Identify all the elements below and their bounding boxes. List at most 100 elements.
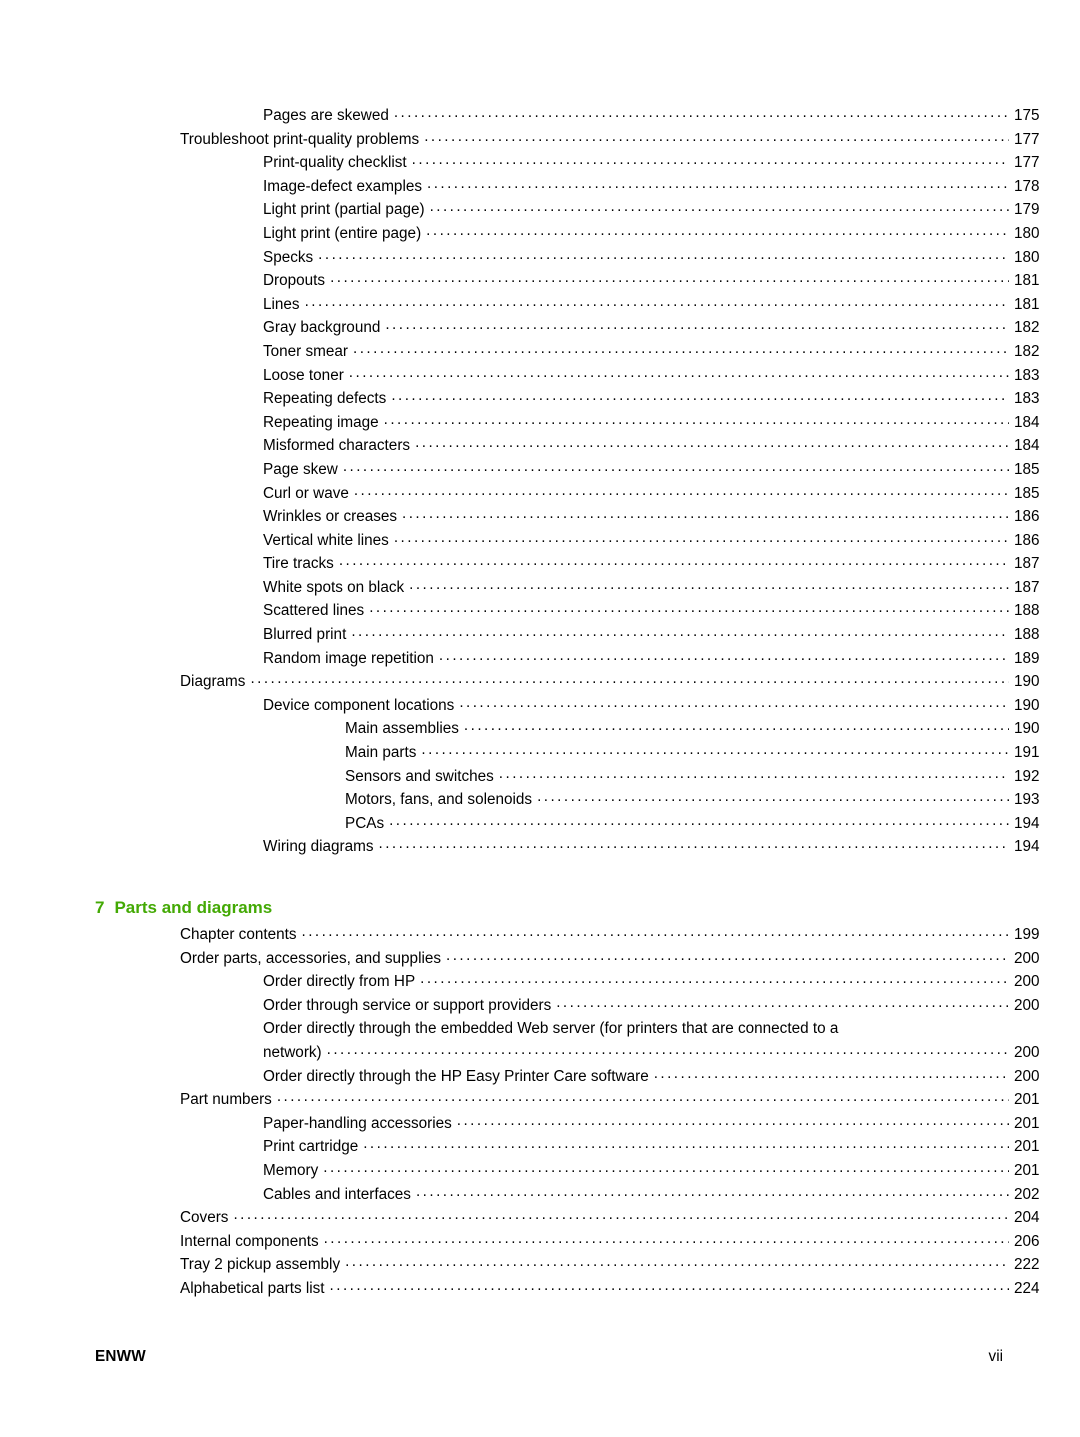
- toc-entry-title: Scattered lines: [263, 602, 365, 620]
- toc-entry[interactable]: Order parts, accessories, and supplies 20…: [0, 947, 1080, 971]
- toc-entry-title: Order parts, accessories, and supplies: [180, 949, 442, 967]
- toc-entry[interactable]: Alphabetical parts list 224: [0, 1277, 1080, 1301]
- toc-entry[interactable]: Image-defect examples 178: [0, 175, 1080, 199]
- toc-entry[interactable]: Troubleshoot print-quality problems 177: [0, 128, 1080, 152]
- chapter-number: 7: [95, 898, 105, 917]
- toc-list-chapter7: Chapter contents 199 Order parts, accessor…: [0, 923, 1080, 1301]
- toc-entry[interactable]: Paper-handling accessories 201: [0, 1112, 1080, 1136]
- toc-leader-dots: [389, 813, 1009, 828]
- toc-leader-dots: [420, 971, 1009, 986]
- toc-entry-title: Misformed characters: [263, 437, 411, 455]
- toc-entry[interactable]: Specks 180: [0, 246, 1080, 270]
- toc-entry[interactable]: Internal components 206: [0, 1230, 1080, 1254]
- toc-entry[interactable]: Blurred print 188: [0, 623, 1080, 647]
- toc-leader-dots: [324, 1231, 1009, 1246]
- page-footer: ENWW vii: [95, 1348, 1003, 1366]
- toc-entry-title: network): [263, 1043, 322, 1061]
- chapter-title: Parts and diagrams: [114, 898, 273, 917]
- toc-leader-dots: [402, 506, 1009, 521]
- toc-entry[interactable]: Order directly through the embedded Web …: [0, 1017, 1080, 1041]
- toc-entry[interactable]: Motors, fans, and solenoids 193: [0, 788, 1080, 812]
- toc-entry[interactable]: Wrinkles or creases 186: [0, 505, 1080, 529]
- toc-entry[interactable]: PCAs 194: [0, 812, 1080, 836]
- toc-entry[interactable]: Misformed characters 184: [0, 434, 1080, 458]
- toc-entry-title: Dropouts: [263, 272, 326, 290]
- toc-entry[interactable]: Loose toner 183: [0, 364, 1080, 388]
- toc-entry[interactable]: Part numbers 201: [0, 1088, 1080, 1112]
- toc-entry-title: Tray 2 pickup assembly: [180, 1256, 341, 1274]
- toc-entry[interactable]: White spots on black 187: [0, 576, 1080, 600]
- toc-entry[interactable]: Cables and interfaces 202: [0, 1183, 1080, 1207]
- toc-entry[interactable]: Pages are skewed 175: [0, 104, 1080, 128]
- toc-entry-page-number: 183: [1014, 390, 1040, 408]
- toc-entry-page-number: 188: [1014, 602, 1040, 620]
- toc-entry[interactable]: Light print (partial page) 179: [0, 198, 1080, 222]
- toc-leader-dots: [349, 365, 1009, 380]
- toc-entry[interactable]: Main assemblies 190: [0, 717, 1080, 741]
- toc-entry-title: Light print (entire page): [263, 224, 422, 242]
- toc-leader-dots: [323, 1160, 1009, 1175]
- toc-leader-dots: [499, 766, 1009, 781]
- toc-entry-page-number: 199: [1014, 926, 1040, 943]
- toc-entry-title: Chapter contents: [180, 926, 297, 943]
- toc-leader-dots: [353, 341, 1009, 356]
- toc-entry[interactable]: Order directly from HP 200: [0, 970, 1080, 994]
- toc-entry-title: Image-defect examples: [263, 177, 422, 195]
- toc-entry[interactable]: Wiring diagrams 194: [0, 835, 1080, 859]
- toc-entry[interactable]: Tire tracks 187: [0, 552, 1080, 576]
- toc-leader-dots: [302, 924, 1010, 939]
- toc-leader-dots: [427, 176, 1009, 191]
- toc-entry-title: Motors, fans, and solenoids: [345, 791, 533, 809]
- toc-entry[interactable]: Light print (entire page) 180: [0, 222, 1080, 246]
- toc-leader-dots: [416, 1184, 1009, 1199]
- toc-entry[interactable]: Tray 2 pickup assembly 222: [0, 1253, 1080, 1277]
- toc-entry[interactable]: Order through service or support provide…: [0, 994, 1080, 1018]
- toc-entry[interactable]: Gray background 182: [0, 316, 1080, 340]
- toc-entry[interactable]: Sensors and switches 192: [0, 765, 1080, 789]
- toc-entry[interactable]: Covers 204: [0, 1206, 1080, 1230]
- toc-entry[interactable]: Lines 181: [0, 293, 1080, 317]
- toc-entry-page-number: 201: [1014, 1138, 1040, 1156]
- toc-entry-page-number: 183: [1014, 366, 1040, 384]
- toc-entry-title: Order directly through the embedded Web …: [263, 1020, 839, 1038]
- toc-entry-title: Curl or wave: [263, 484, 349, 502]
- toc-entry[interactable]: Random image repetition 189: [0, 647, 1080, 671]
- toc-entry[interactable]: Memory 201: [0, 1159, 1080, 1183]
- toc-entry[interactable]: Dropouts 181: [0, 269, 1080, 293]
- toc-entry[interactable]: Device component locations 190: [0, 694, 1080, 718]
- toc-entry[interactable]: Order directly through the HP Easy Print…: [0, 1065, 1080, 1089]
- toc-entry[interactable]: Curl or wave 185: [0, 482, 1080, 506]
- toc-entry[interactable]: Chapter contents 199: [0, 923, 1080, 947]
- toc-entry-title: Print cartridge: [263, 1138, 359, 1156]
- toc-entry-page-number: 184: [1014, 437, 1040, 455]
- toc-entry-title: Diagrams: [180, 673, 246, 691]
- toc-entry[interactable]: Print cartridge 201: [0, 1135, 1080, 1159]
- toc-leader-dots: [394, 105, 1009, 120]
- toc-entry-page-number: 182: [1014, 319, 1040, 337]
- toc-entry[interactable]: Main parts 191: [0, 741, 1080, 765]
- toc-leader-dots: [430, 199, 1009, 214]
- toc-leader-dots: [391, 388, 1009, 403]
- toc-leader-dots: [537, 789, 1009, 804]
- toc-entry[interactable]: network) 200: [0, 1041, 1080, 1065]
- toc-entry-title: Loose toner: [263, 366, 344, 384]
- toc-entry-page-number: 201: [1014, 1091, 1040, 1109]
- toc-entry[interactable]: Repeating image 184: [0, 411, 1080, 435]
- toc-entry[interactable]: Diagrams 190: [0, 670, 1080, 694]
- toc-entry[interactable]: Vertical white lines 186: [0, 529, 1080, 553]
- toc-entry-title: Internal components: [180, 1232, 319, 1250]
- toc-entry-title: Order directly from HP: [263, 973, 416, 991]
- toc-entry[interactable]: Repeating defects 183: [0, 387, 1080, 411]
- toc-entry-page-number: 187: [1014, 555, 1040, 573]
- toc-entry-title: Memory: [263, 1161, 319, 1179]
- toc-leader-dots: [369, 600, 1009, 615]
- toc-entry-page-number: 190: [1014, 696, 1040, 714]
- toc-entry[interactable]: Page skew 185: [0, 458, 1080, 482]
- toc-entry[interactable]: Toner smear 182: [0, 340, 1080, 364]
- toc-leader-dots: [459, 695, 1009, 710]
- toc-entry-page-number: 206: [1014, 1232, 1040, 1250]
- toc-entry-page-number: 186: [1014, 531, 1040, 549]
- toc-entry-title: Repeating image: [263, 413, 379, 431]
- toc-entry[interactable]: Scattered lines 188: [0, 599, 1080, 623]
- toc-entry[interactable]: Print-quality checklist 177: [0, 151, 1080, 175]
